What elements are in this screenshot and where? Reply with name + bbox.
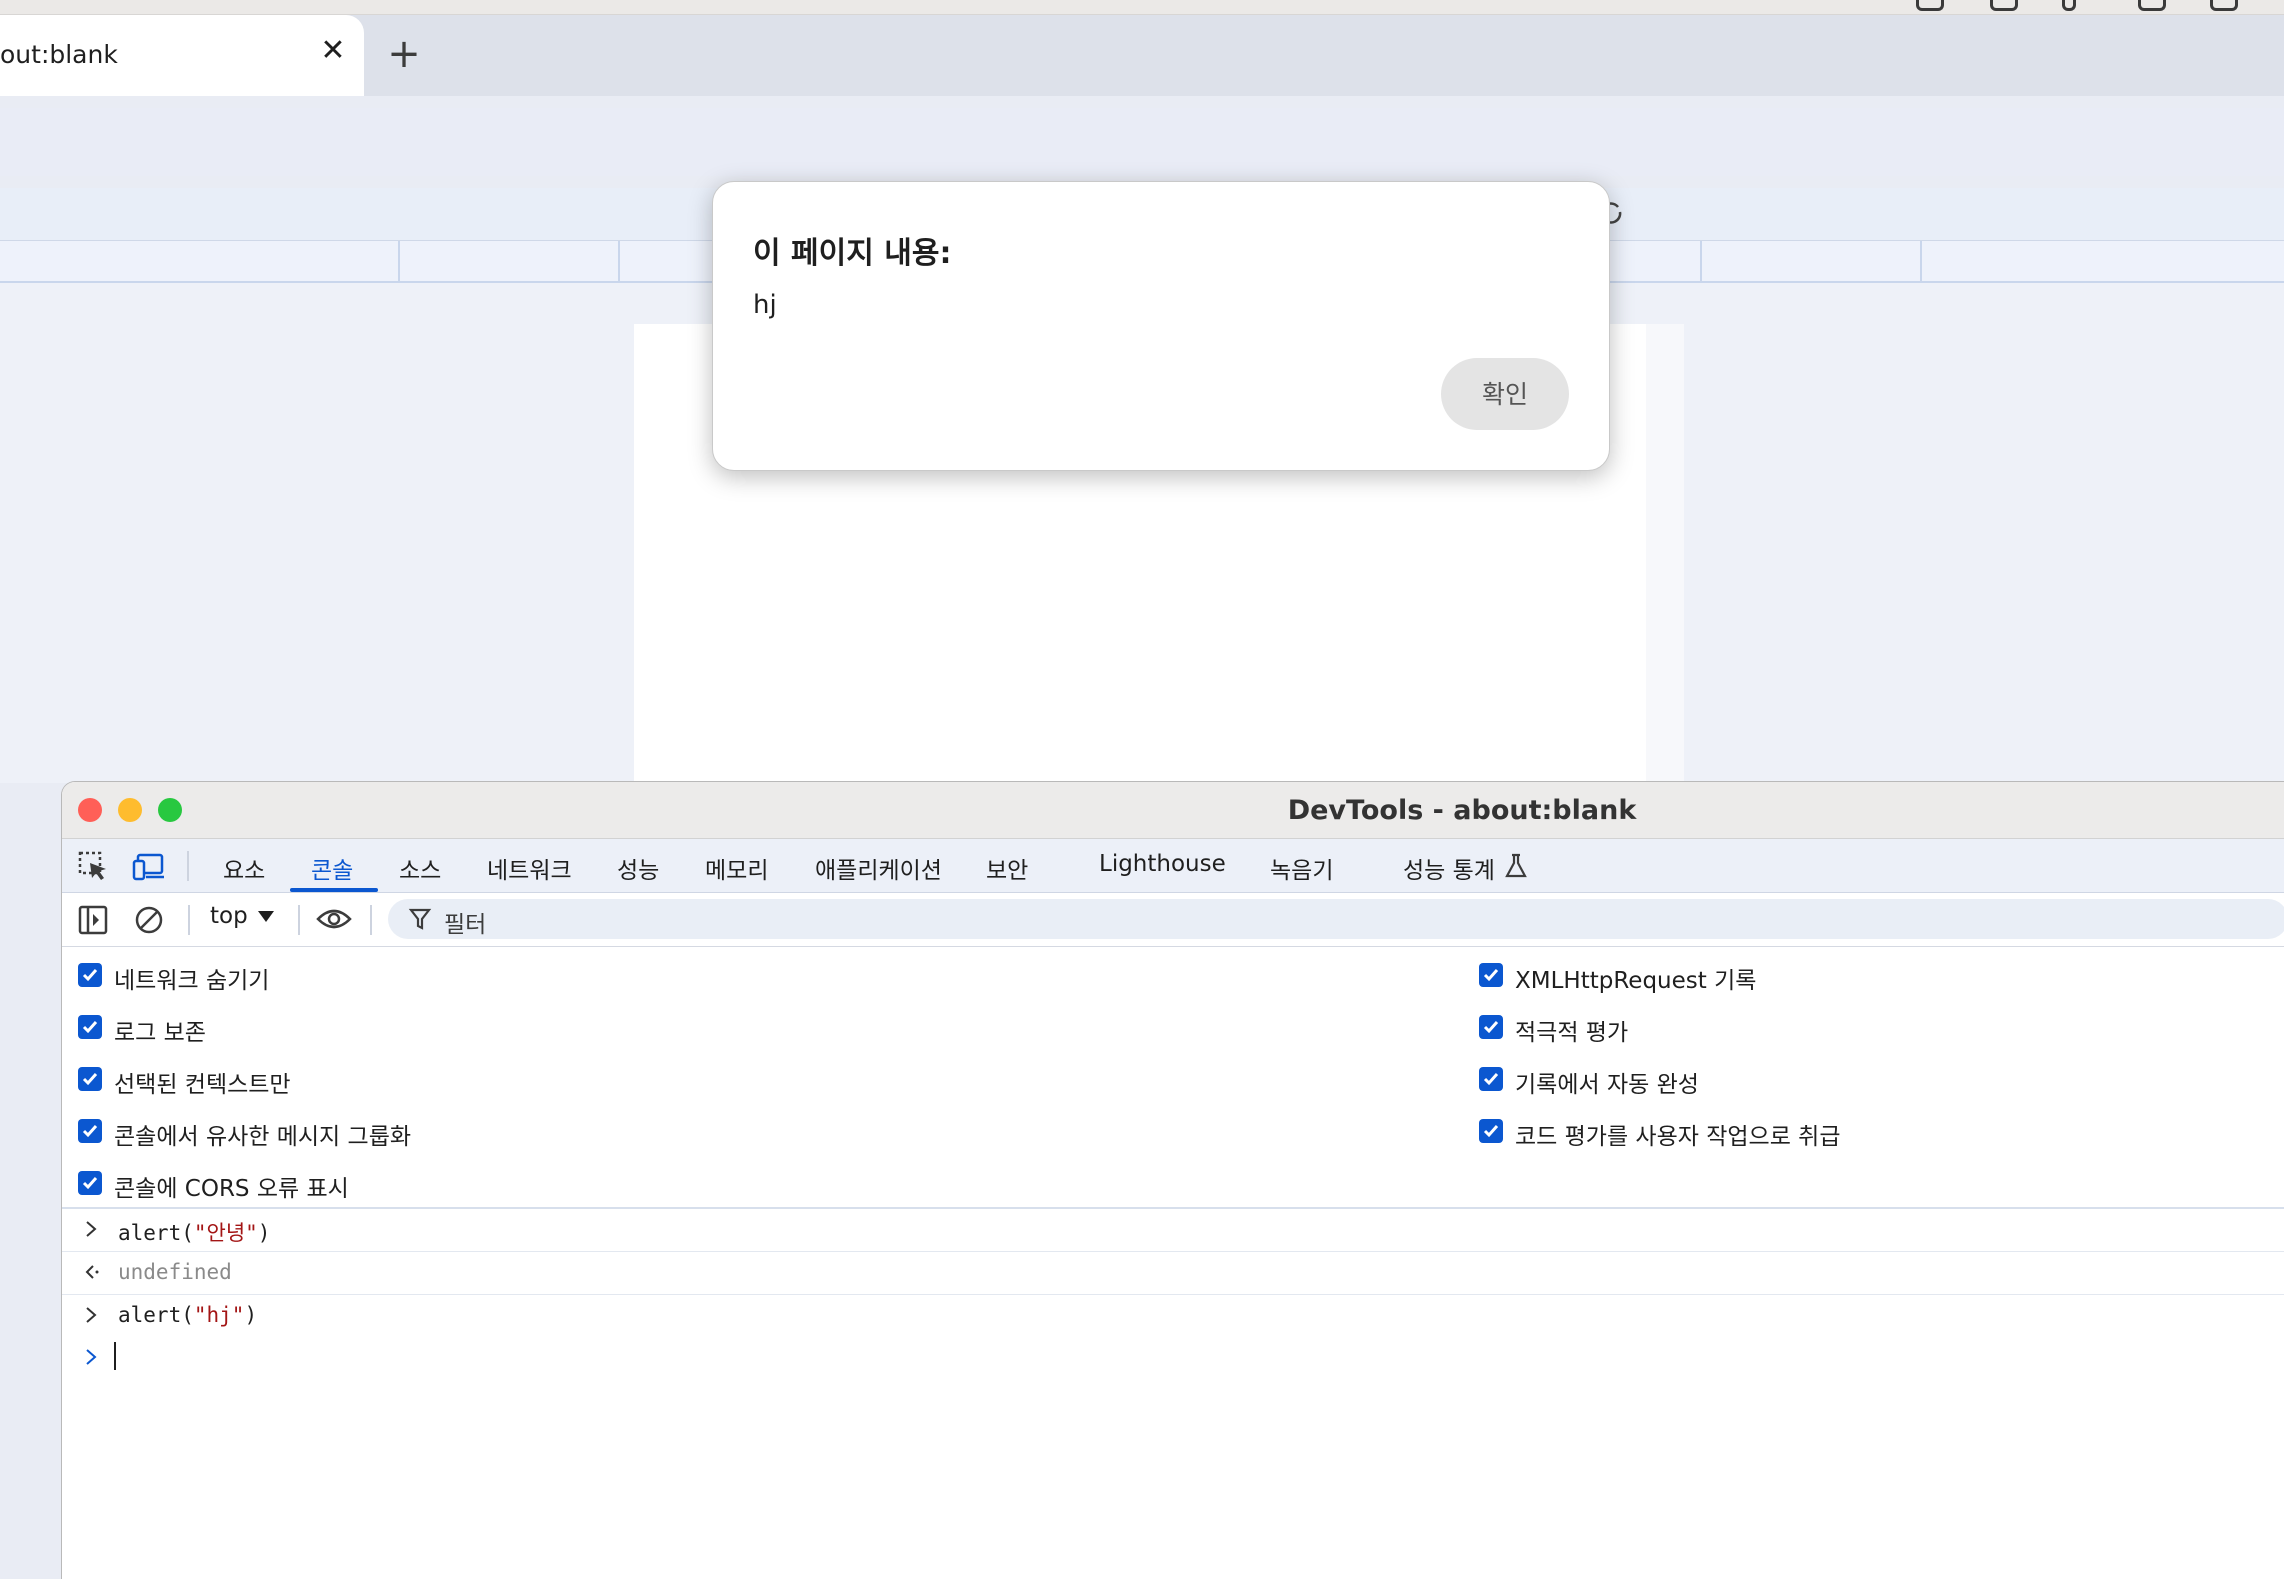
devtools-panel-tabs: 요소 콘솔 소스 네트워크 성능 메모리 애플리케이션 보안 Lighthous…: [62, 839, 2284, 893]
alert-dialog: 이 페이지 내용: hj 확인: [712, 181, 1610, 471]
sidebar-toggle-icon[interactable]: [78, 905, 108, 939]
tab-network[interactable]: 네트워크: [487, 851, 572, 885]
tab-performance-insights[interactable]: 성능 통계: [1403, 851, 1495, 885]
status-icon: [2210, 0, 2238, 11]
console-settings-panel: 네트워크 숨기기 로그 보존 선택된 컨텍스트만 콘솔에서 유사한 메시지 그룹…: [62, 947, 2284, 1209]
live-expression-eye-icon[interactable]: [316, 905, 352, 937]
alert-heading: 이 페이지 내용:: [753, 236, 952, 271]
checkbox-checked-icon[interactable]: [1479, 963, 1503, 987]
result-arrow-icon: [84, 1262, 100, 1286]
experimental-flask-icon: [1504, 853, 1528, 883]
tab-security[interactable]: 보안: [986, 851, 1028, 885]
tab-console[interactable]: 콘솔: [311, 851, 353, 885]
chevron-right-icon: [84, 1347, 100, 1371]
ok-button[interactable]: 확인: [1441, 358, 1569, 430]
checkbox-checked-icon[interactable]: [78, 1067, 102, 1091]
text-caret: [114, 1342, 116, 1370]
close-icon[interactable]: ✕: [318, 36, 348, 66]
new-tab-button[interactable]: +: [384, 34, 424, 74]
console-result-value: undefined: [118, 1260, 232, 1284]
checkbox-checked-icon[interactable]: [78, 1015, 102, 1039]
console-input-line: alert("안녕"): [62, 1209, 2284, 1252]
tab-performance[interactable]: 성능: [617, 851, 659, 885]
console-toolbar: top 필터: [62, 893, 2284, 947]
tab-application[interactable]: 애플리케이션: [815, 851, 942, 885]
console-prompt-line[interactable]: [62, 1337, 2284, 1379]
status-icon: [1990, 0, 2018, 11]
filter-input[interactable]: 필터: [388, 899, 2284, 939]
context-selector[interactable]: top: [210, 903, 274, 929]
browser-toolbar: [0, 108, 2284, 176]
status-icon: [2062, 0, 2076, 11]
browser-tab-active[interactable]: out:blank ✕: [0, 15, 364, 96]
context-value: top: [210, 903, 248, 929]
active-tab-indicator: [290, 888, 378, 892]
tab-sources[interactable]: 소스: [399, 851, 441, 885]
devtools-window-title: DevTools - about:blank: [1287, 795, 1637, 826]
console-input-line: alert("hj"): [62, 1295, 2284, 1337]
clear-console-icon[interactable]: [134, 905, 164, 939]
checkbox-checked-icon[interactable]: [1479, 1067, 1503, 1091]
checkbox-checked-icon[interactable]: [1479, 1119, 1503, 1143]
status-icon: [2138, 0, 2166, 11]
os-menu-bar: [0, 0, 2284, 15]
device-toolbar-icon[interactable]: [132, 851, 166, 885]
tab-memory[interactable]: 메모리: [705, 851, 768, 885]
chevron-down-icon: [257, 911, 274, 922]
status-icon: [1916, 0, 1944, 11]
tab-lighthouse[interactable]: Lighthouse: [1099, 851, 1226, 877]
filter-funnel-icon: [408, 907, 432, 931]
checkbox-checked-icon[interactable]: [78, 1171, 102, 1195]
inspect-element-icon[interactable]: [78, 851, 108, 885]
checkbox-checked-icon[interactable]: [78, 963, 102, 987]
tab-elements[interactable]: 요소: [223, 851, 265, 885]
chevron-right-icon: [84, 1305, 100, 1329]
devtools-titlebar: DevTools - about:blank: [62, 782, 2284, 839]
chevron-right-icon: [84, 1219, 100, 1243]
checkbox-checked-icon[interactable]: [1479, 1015, 1503, 1039]
filter-placeholder: 필터: [444, 912, 487, 938]
tab-title: out:blank: [0, 40, 118, 69]
checkbox-checked-icon[interactable]: [78, 1119, 102, 1143]
devtools-window: DevTools - about:blank 요소 콘솔 소스 네트워크 성능 …: [61, 781, 2284, 1579]
alert-message: hj: [753, 290, 777, 320]
tab-recorder[interactable]: 녹음기: [1270, 851, 1333, 885]
console-result-line: undefined: [62, 1252, 2284, 1295]
console-output[interactable]: alert("안녕") undefined alert("hj"): [62, 1209, 2284, 1579]
